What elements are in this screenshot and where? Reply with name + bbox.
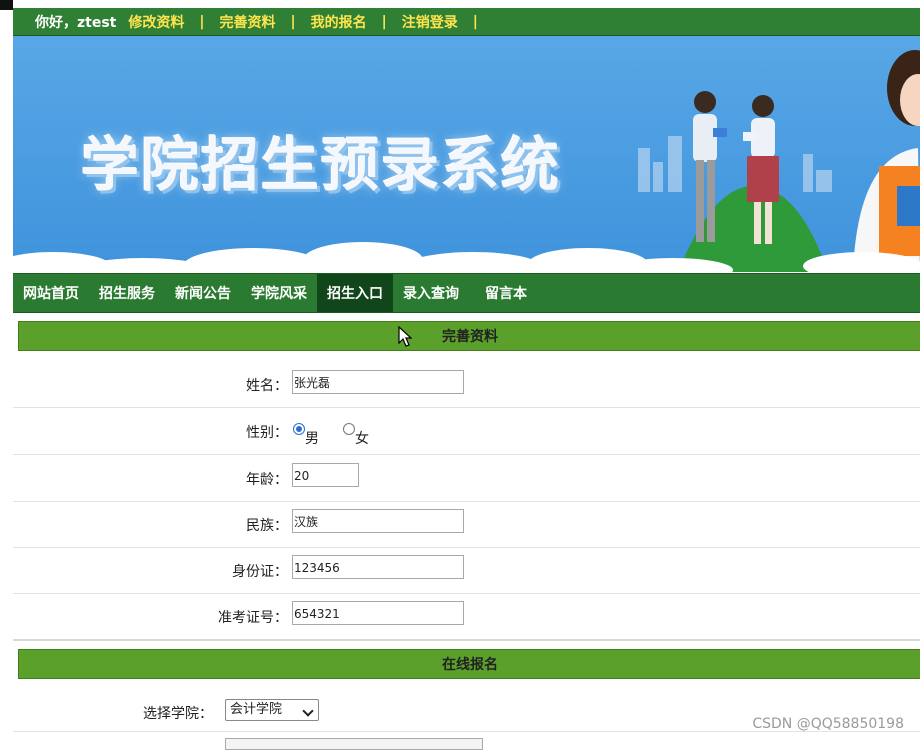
form-row-name: 姓名： 张光磊 [13, 361, 920, 408]
separator: | [472, 13, 478, 30]
id-card-input[interactable]: 123456 [292, 555, 464, 579]
name-input[interactable]: 张光磊 [292, 370, 464, 394]
ethnicity-label: 民族： [246, 518, 288, 534]
form-row-age: 年龄： 20 [13, 455, 920, 502]
exam-number-label: 准考证号： [218, 610, 288, 626]
separator: | [381, 13, 387, 30]
profile-section-title: 完善资料 [442, 329, 498, 345]
next-field-partial[interactable] [225, 738, 483, 750]
register-section-header: 在线报名 [18, 649, 920, 679]
form-row-ethnicity: 民族： 汉族 [13, 501, 920, 548]
college-select[interactable]: 会计学院 [225, 699, 319, 721]
page-container: 你好，ztest 修改资料 | 完善资料 | 我的报名 | 注销登录 | 学院招… [13, 0, 920, 750]
exam-number-input[interactable]: 654321 [292, 601, 464, 625]
college-selected-value: 会计学院 [230, 702, 283, 717]
form-row-id-card: 身份证： 123456 [13, 547, 920, 594]
nav-admission-service[interactable]: 招生服务 [89, 274, 165, 312]
gender-male-label: 男 [305, 431, 319, 447]
gender-female-label: 女 [355, 431, 369, 447]
nav-admission-query[interactable]: 录入查询 [393, 274, 469, 312]
main-nav: 网站首页 招生服务 新闻公告 学院风采 招生入口 录入查询 留言本 [13, 273, 920, 313]
my-registration-link[interactable]: 我的报名 [311, 12, 367, 32]
logout-link[interactable]: 注销登录 [402, 12, 458, 32]
ethnicity-input[interactable]: 汉族 [292, 509, 464, 533]
nav-admission-entry[interactable]: 招生入口 [317, 274, 393, 312]
site-banner: 学院招生预录系统 [13, 36, 920, 272]
form-row-gender: 性别： 男 女 [13, 408, 920, 455]
college-label: 选择学院： [143, 706, 213, 722]
name-label: 姓名： [246, 378, 288, 394]
nav-campus-style[interactable]: 学院风采 [241, 274, 317, 312]
separator: | [290, 13, 296, 30]
banner-title: 学院招生预录系统 [81, 131, 562, 199]
gender-female-radio[interactable] [343, 423, 355, 435]
gender-male-radio[interactable] [293, 423, 305, 435]
watermark-text: CSDN @QQ58850198 [752, 716, 904, 732]
user-greeting: 你好，ztest [35, 14, 117, 31]
banner-girl-figure [853, 50, 920, 272]
edit-profile-link[interactable]: 修改资料 [128, 12, 184, 32]
nav-home[interactable]: 网站首页 [13, 274, 89, 312]
nav-guestbook[interactable]: 留言本 [475, 274, 537, 312]
age-label: 年龄： [246, 472, 288, 488]
separator: | [199, 13, 205, 30]
user-bar: 你好，ztest 修改资料 | 完善资料 | 我的报名 | 注销登录 | [13, 8, 920, 36]
mouse-cursor-icon [398, 326, 412, 347]
age-input[interactable]: 20 [292, 463, 359, 487]
complete-profile-link[interactable]: 完善资料 [220, 12, 276, 32]
chevron-down-icon [302, 705, 314, 717]
id-card-label: 身份证： [232, 564, 288, 580]
gender-label: 性别： [246, 425, 288, 441]
register-section-title: 在线报名 [442, 657, 498, 673]
form-row-exam-number: 准考证号： 654321 [13, 593, 920, 641]
nav-news[interactable]: 新闻公告 [165, 274, 241, 312]
profile-section-header: 完善资料 [18, 321, 920, 351]
